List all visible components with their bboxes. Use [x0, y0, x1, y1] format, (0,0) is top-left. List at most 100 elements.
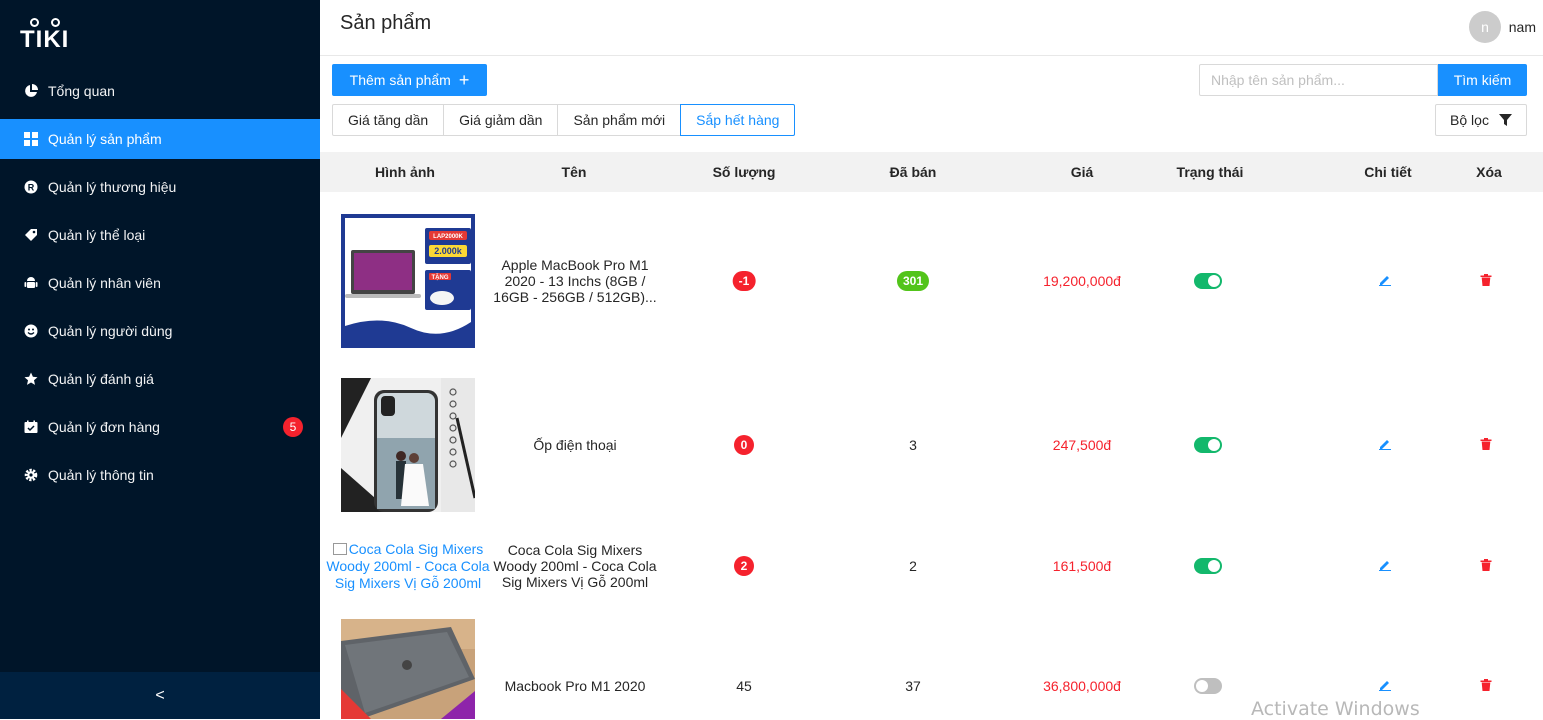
promo-code-text: LAP2000K: [433, 234, 463, 240]
sidebar-item-label: Quản lý người dùng: [48, 323, 173, 339]
product-image[interactable]: LAP2000K 2.000k TẶNG: [341, 214, 475, 348]
table-header: Hình ảnh Tên Số lượng Đã bán Giá Trạng t…: [320, 152, 1543, 192]
sidebar-item-settings[interactable]: Quản lý thông tin: [0, 455, 320, 495]
toggle-switch[interactable]: [1194, 678, 1222, 694]
sold-value: 37: [905, 678, 921, 694]
chevron-left-icon: <: [155, 686, 165, 704]
sidebar-item-products[interactable]: Quản lý sản phẩm: [0, 119, 320, 159]
product-price: 36,800,000đ: [1043, 678, 1121, 694]
quantity-value: 2: [734, 556, 754, 576]
sidebar-item-label: Quản lý nhân viên: [48, 275, 161, 291]
edit-icon[interactable]: [1379, 273, 1391, 289]
sidebar-item-label: Quản lý thương hiệu: [48, 179, 177, 195]
sidebar-item-users[interactable]: Quản lý người dùng: [0, 311, 320, 351]
sidebar-item-label: Quản lý đơn hàng: [48, 419, 160, 435]
delete-icon[interactable]: [1480, 678, 1492, 694]
sidebar-item-reviews[interactable]: Quản lý đánh giá: [0, 359, 320, 399]
delete-icon[interactable]: [1480, 558, 1492, 574]
product-name: Macbook Pro M1 2020: [504, 678, 646, 694]
product-name: Apple MacBook Pro M1 2020 - 13 Inchs (8G…: [493, 257, 657, 305]
table-row: LAP2000K 2.000k TẶNG Apple MacBook Pro M…: [320, 192, 1543, 365]
sidebar-item-orders[interactable]: Quản lý đơn hàng 5: [0, 407, 320, 447]
column-header-delete[interactable]: Xóa: [1476, 164, 1502, 180]
filter-label: Bộ lọc: [1450, 112, 1489, 128]
sidebar-item-brands[interactable]: R Quản lý thương hiệu: [0, 167, 320, 207]
edit-icon[interactable]: [1379, 437, 1391, 453]
logo-text: TIKI: [20, 26, 70, 53]
broken-product-image[interactable]: Coca Cola Sig Mixers Woody 200ml - Coca …: [324, 541, 492, 592]
column-header-price[interactable]: Giá: [1071, 164, 1094, 180]
add-product-label: Thêm sản phẩm: [349, 72, 451, 88]
windows-activation-watermark: Activate Windows: [1251, 698, 1420, 720]
page-title: Sản phẩm: [340, 12, 432, 34]
search-button[interactable]: Tìm kiếm: [1438, 64, 1527, 96]
quantity-value: -1: [732, 271, 756, 291]
broken-image-icon: [332, 543, 347, 555]
sold-value: 3: [909, 437, 917, 453]
star-icon: [24, 372, 38, 386]
sold-value: 301: [896, 271, 930, 291]
toggle-switch[interactable]: [1194, 437, 1222, 453]
sidebar-item-label: Quản lý đánh giá: [48, 371, 154, 387]
username[interactable]: nam: [1509, 19, 1536, 35]
sidebar-item-employees[interactable]: Quản lý nhân viên: [0, 263, 320, 303]
sort-newest-button[interactable]: Sản phẩm mới: [557, 104, 682, 136]
search-input[interactable]: [1199, 64, 1438, 96]
registered-icon: R: [24, 180, 38, 194]
column-header-detail[interactable]: Chi tiết: [1364, 164, 1411, 180]
product-image[interactable]: [341, 378, 475, 512]
sort-price-desc-button[interactable]: Giá giảm dần: [443, 104, 559, 136]
sidebar-item-label: Quản lý thể loại: [48, 227, 146, 243]
sort-price-asc-button[interactable]: Giá tăng dần: [332, 104, 445, 136]
product-name: Coca Cola Sig Mixers Woody 200ml - Coca …: [493, 542, 657, 590]
avatar[interactable]: n: [1469, 11, 1501, 43]
column-header-quantity[interactable]: Số lượng: [713, 164, 776, 180]
smile-icon: [24, 324, 38, 338]
sidebar-item-categories[interactable]: Quản lý thể loại: [0, 215, 320, 255]
svg-text:R: R: [28, 183, 35, 193]
edit-icon[interactable]: [1379, 558, 1391, 574]
tiki-logo[interactable]: TIKI: [20, 16, 68, 56]
table-row: Ốp điện thoại 0 3 247,500đ: [320, 364, 1543, 528]
status-toggle[interactable]: [1194, 558, 1222, 574]
sidebar-item-overview[interactable]: Tổng quan: [0, 71, 320, 111]
edit-icon[interactable]: [1379, 678, 1391, 694]
sold-value: 2: [909, 558, 917, 574]
toggle-switch[interactable]: [1194, 273, 1222, 289]
product-image[interactable]: [341, 619, 475, 719]
status-toggle[interactable]: [1194, 437, 1222, 453]
delete-icon[interactable]: [1480, 437, 1492, 453]
appstore-icon: [24, 132, 38, 146]
product-name: Ốp điện thoại: [533, 437, 617, 453]
image-alt-text: Coca Cola Sig Mixers Woody 200ml - Coca …: [326, 541, 490, 591]
column-header-image[interactable]: Hình ảnh: [375, 164, 435, 180]
column-header-name[interactable]: Tên: [562, 164, 587, 180]
tag-icon: [24, 228, 38, 242]
delete-icon[interactable]: [1480, 273, 1492, 289]
sidebar-collapse-button[interactable]: <: [0, 672, 320, 719]
column-header-sold[interactable]: Đã bán: [890, 164, 937, 180]
sidebar-menu: Tổng quan Quản lý sản phẩm R Quản lý thư…: [0, 71, 320, 503]
sidebar-item-label: Tổng quan: [48, 83, 115, 99]
product-price: 19,200,000đ: [1043, 273, 1121, 289]
filter-button[interactable]: Bộ lọc: [1435, 104, 1527, 136]
quantity-value: 0: [734, 435, 754, 455]
plus-icon: +: [458, 70, 470, 90]
toggle-switch[interactable]: [1194, 558, 1222, 574]
table-row: Coca Cola Sig Mixers Woody 200ml - Coca …: [320, 527, 1543, 606]
android-icon: [24, 276, 38, 290]
sidebar: TIKI Tổng quan Quản lý sản phẩm R Quản l…: [0, 0, 320, 719]
setting-icon: [24, 468, 38, 482]
orders-count-badge: 5: [283, 417, 303, 437]
quantity-badge: 0: [734, 435, 754, 455]
filter-icon: [1498, 114, 1512, 126]
status-toggle[interactable]: [1194, 273, 1222, 289]
schedule-icon: [24, 420, 38, 434]
sort-low-stock-button[interactable]: Sắp hết hàng: [680, 104, 796, 136]
sort-button-group: Giá tăng dần Giá giảm dần Sản phẩm mới S…: [332, 104, 796, 136]
add-product-button[interactable]: Thêm sản phẩm +: [332, 64, 487, 96]
status-toggle[interactable]: [1194, 678, 1222, 694]
column-header-status[interactable]: Trạng thái: [1177, 164, 1244, 180]
product-price: 161,500đ: [1052, 558, 1112, 574]
page-header: Sản phẩm n nam: [320, 0, 1543, 56]
